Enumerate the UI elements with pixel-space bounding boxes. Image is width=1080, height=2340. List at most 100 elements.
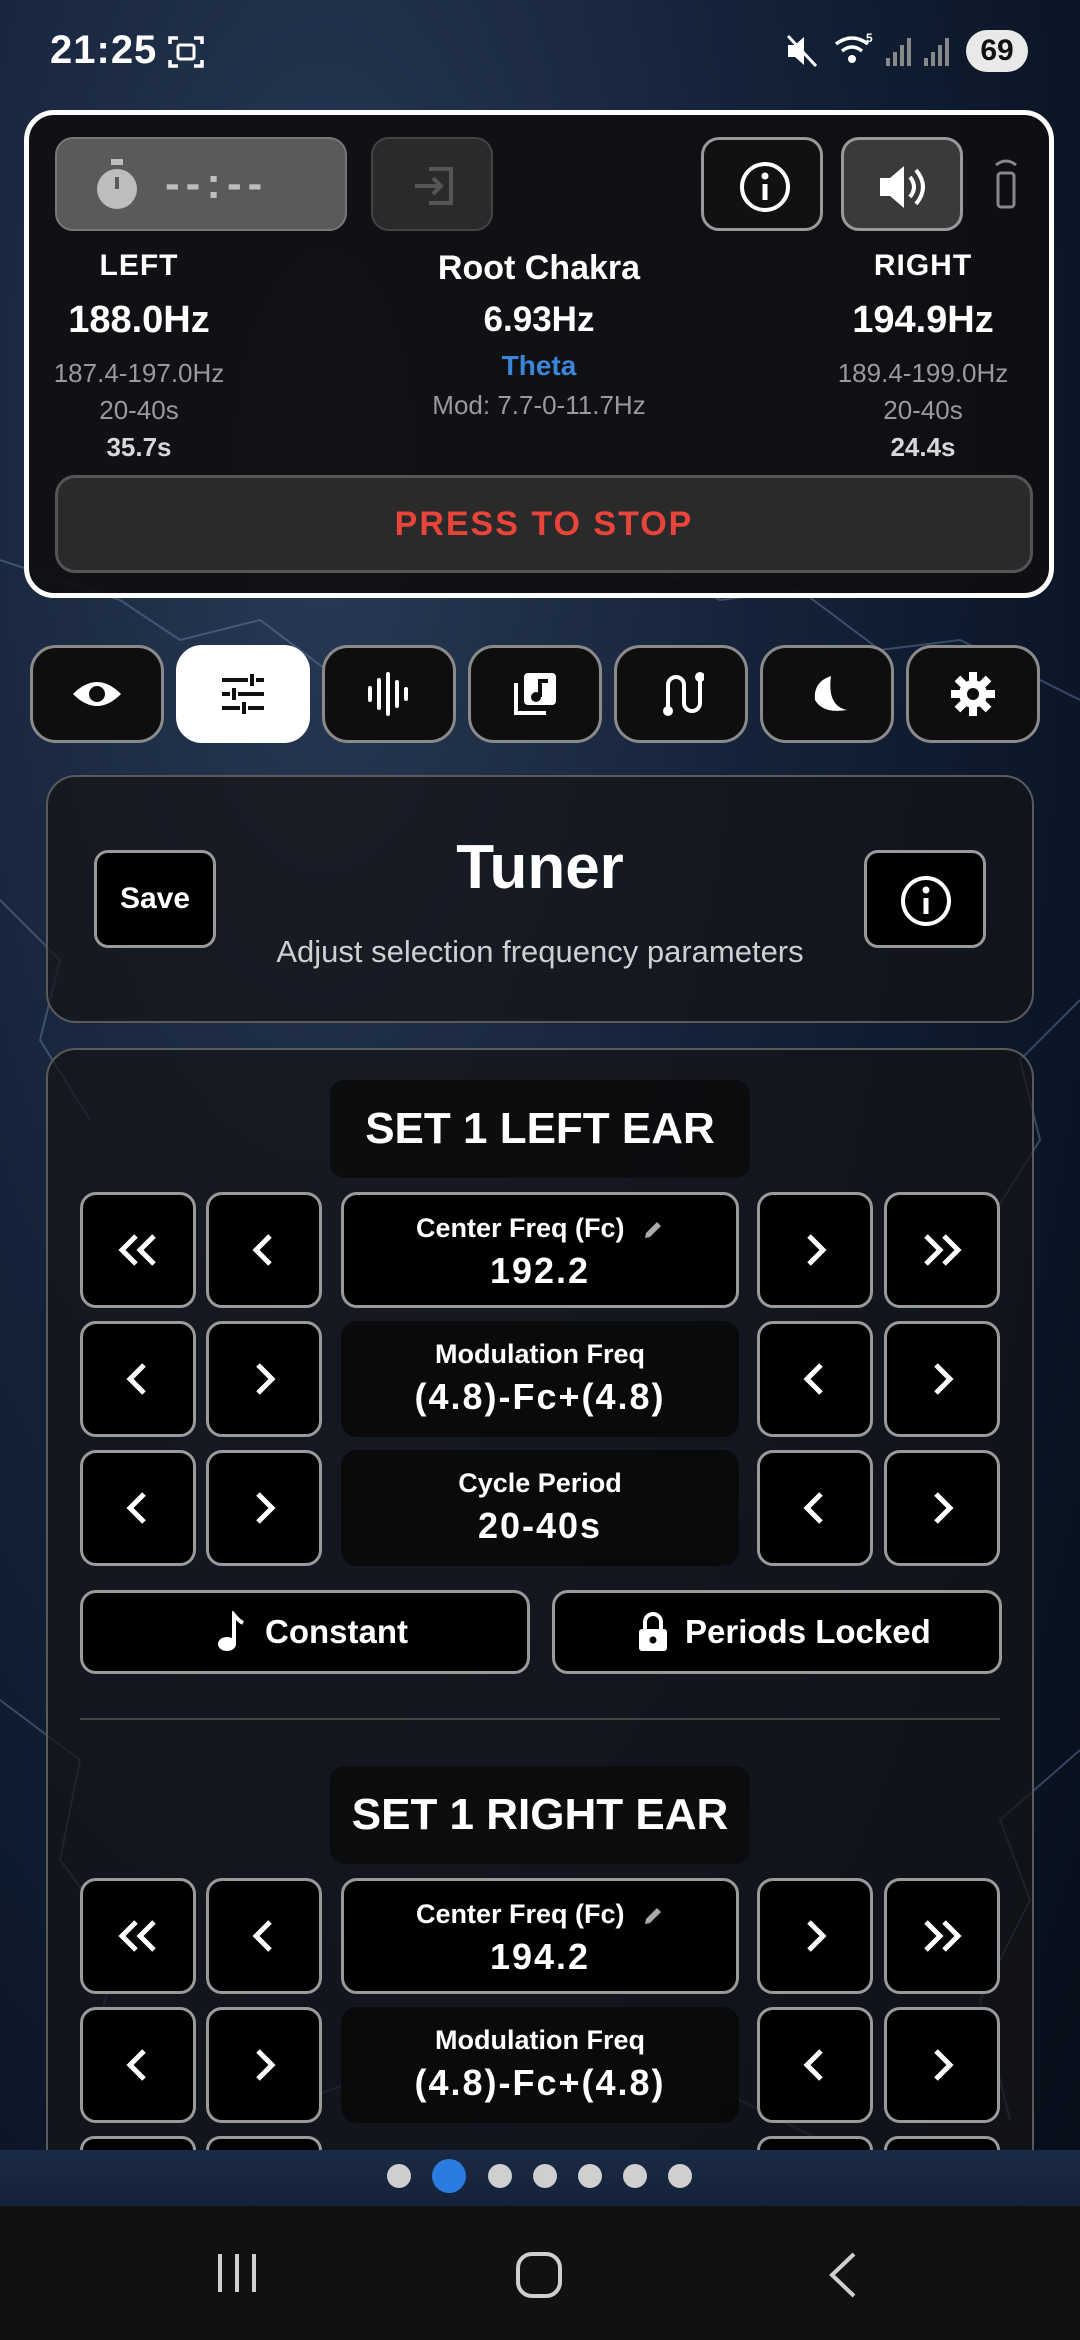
signal-icon-2 [924,38,949,66]
pencil-icon [645,1907,662,1924]
home-icon[interactable] [514,2250,564,2300]
stop-button[interactable]: PRESS TO STOP [55,475,1033,573]
right-mod-high-decrease[interactable] [757,2007,873,2123]
chevron-right-icon [256,1363,276,1395]
status-bar: 21:25 5 69 [0,0,1080,104]
info-icon [901,876,951,926]
cycle-row-partial [206,2136,322,2150]
cycle-low-decrease[interactable] [80,1450,196,1566]
cycle-row-partial [80,2136,196,2150]
volume-icon [880,166,925,208]
left-channel: LEFT 188.0Hz 187.4-197.0Hz 20-40s 35.7s [49,249,229,463]
right-center-freq-value: 194.2 [489,1936,591,1977]
right-mod-low-decrease[interactable] [80,2007,196,2123]
right-center-freq-fast-increase[interactable] [884,1878,1000,1994]
double-chevron-left-icon [118,1920,156,1952]
volume-button[interactable] [841,137,963,231]
status-time: 21:25 [50,28,158,72]
tab-tuner[interactable] [176,645,310,743]
center-freq-fast-increase[interactable] [884,1192,1000,1308]
exit-icon [415,167,453,205]
cycle-period-value: 20-40s [477,1505,603,1546]
page-dot-3[interactable] [488,2164,512,2188]
right-center-freq-field[interactable]: Center Freq (Fc) 194.2 [341,1878,739,1994]
right-mod-high-increase[interactable] [884,2007,1000,2123]
sliders-icon [222,674,264,714]
right-mod-freq-label: Modulation Freq [435,2025,645,2055]
route-icon [663,672,704,716]
left-range: 187.4-197.0Hz [53,358,225,388]
center-freq-decrease[interactable] [206,1192,322,1308]
tab-view[interactable] [30,645,164,743]
chevron-right-icon [934,1492,954,1524]
left-freq: 188.0Hz [68,299,210,341]
tuner-info-button[interactable] [864,850,986,948]
mod-range: Mod: 7.7-0-11.7Hz [432,390,646,420]
chevron-right-icon [807,1234,827,1266]
stopwatch-icon [97,159,137,209]
mod-high-increase[interactable] [884,1321,1000,1437]
periods-lock-toggle[interactable]: Periods Locked [552,1590,1002,1674]
tab-route[interactable] [614,645,748,743]
chevron-right-icon [256,2049,276,2081]
right-range: 189.4-199.0Hz [837,358,1009,388]
left-elapsed: 35.7s [106,432,172,462]
system-nav-bar [0,2206,1080,2340]
section-divider [80,1718,1000,1720]
center-freq-field[interactable]: Center Freq (Fc) 192.2 [341,1192,739,1308]
cycle-high-decrease[interactable] [757,1450,873,1566]
cycle-low-increase[interactable] [206,1450,322,1566]
recents-icon[interactable] [214,2250,260,2296]
right-period: 20-40s [883,395,963,425]
right-freq: 194.9Hz [852,299,994,341]
right-center-freq-fast-decrease[interactable] [80,1878,196,1994]
page-dot-6[interactable] [623,2164,647,2188]
mod-high-decrease[interactable] [757,1321,873,1437]
svg-text:5: 5 [866,31,873,45]
info-button[interactable] [701,137,823,231]
mod-freq-value: (4.8)-Fc+(4.8) [414,1376,666,1417]
exit-button[interactable] [371,137,493,231]
cycle-high-increase[interactable] [884,1450,1000,1566]
tab-library[interactable] [468,645,602,743]
center-freq-increase[interactable] [757,1192,873,1308]
constant-toggle[interactable]: Constant [80,1590,530,1674]
screenshot-icon [168,36,204,68]
page-dot-5[interactable] [578,2164,602,2188]
player-panel: --:-- LEFT 188.0Hz 187.4-197.0Hz 20-40s … [24,110,1054,598]
center-freq-value: 192.2 [489,1250,591,1291]
page-dot-1[interactable] [387,2164,411,2188]
waveform-icon [368,672,408,716]
mod-low-increase[interactable] [206,1321,322,1437]
left-period: 20-40s [99,395,179,425]
mod-low-decrease[interactable] [80,1321,196,1437]
beat-freq: 6.93Hz [483,300,595,339]
cycle-row-partial [757,2136,873,2150]
cycle-period-label: Cycle Period [458,1468,622,1498]
right-center-freq-increase[interactable] [757,1878,873,1994]
right-center-freq-decrease[interactable] [206,1878,322,1994]
tab-waveform[interactable] [322,645,456,743]
page-dot-7[interactable] [668,2164,692,2188]
center-freq-fast-decrease[interactable] [80,1192,196,1308]
info-icon [740,162,790,212]
page-title: Tuner [456,833,624,902]
right-mod-freq-value: (4.8)-Fc+(4.8) [414,2062,666,2103]
gear-icon [951,672,995,716]
chevron-left-icon [126,1363,146,1395]
music-library-icon [514,673,556,715]
chevron-left-icon [252,1920,272,1952]
page-dot-4[interactable] [533,2164,557,2188]
tab-sleep[interactable] [760,645,894,743]
page-dot-2[interactable] [432,2159,466,2193]
tab-settings[interactable] [906,645,1040,743]
center-freq-label: Center Freq (Fc) [415,1213,625,1243]
right-mod-low-increase[interactable] [206,2007,322,2123]
constant-label: Constant [265,1613,408,1650]
timer-button[interactable]: --:-- [55,137,347,231]
music-note-icon [218,1611,244,1651]
save-button[interactable]: Save [94,850,216,948]
chevron-right-icon [934,2049,954,2081]
cycle-row-partial [884,2136,1000,2150]
back-icon[interactable] [826,2250,860,2300]
